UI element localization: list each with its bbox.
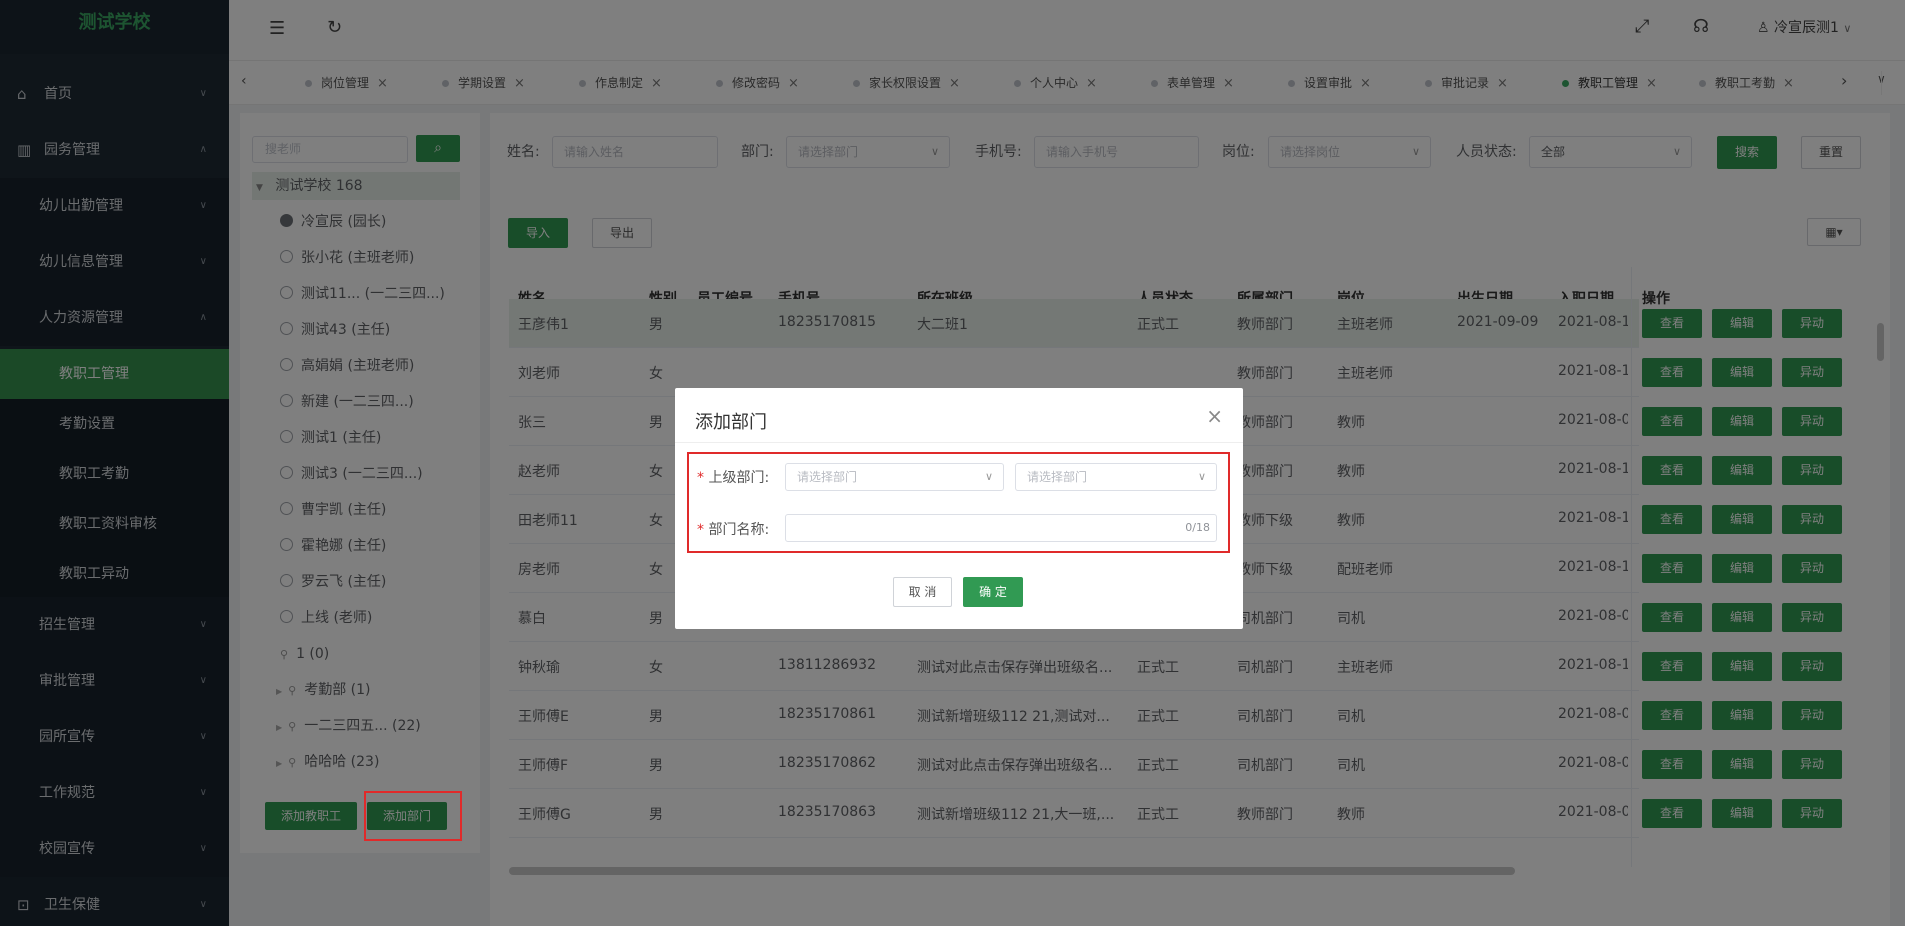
dialog-title: 添加部门: [695, 412, 767, 433]
dialog-header-divider: [675, 442, 1243, 443]
cancel-button[interactable]: 取 消: [893, 577, 952, 607]
highlight-box-add-dept: [364, 791, 462, 841]
confirm-button[interactable]: 确 定: [963, 577, 1023, 607]
highlight-box-form: [687, 452, 1230, 553]
add-department-dialog: 添加部门 × * 上级部门: 请选择部门 ∨ 请选择部门 ∨ * 部门名称: 0/1…: [675, 388, 1243, 629]
close-icon[interactable]: ×: [1206, 404, 1223, 428]
